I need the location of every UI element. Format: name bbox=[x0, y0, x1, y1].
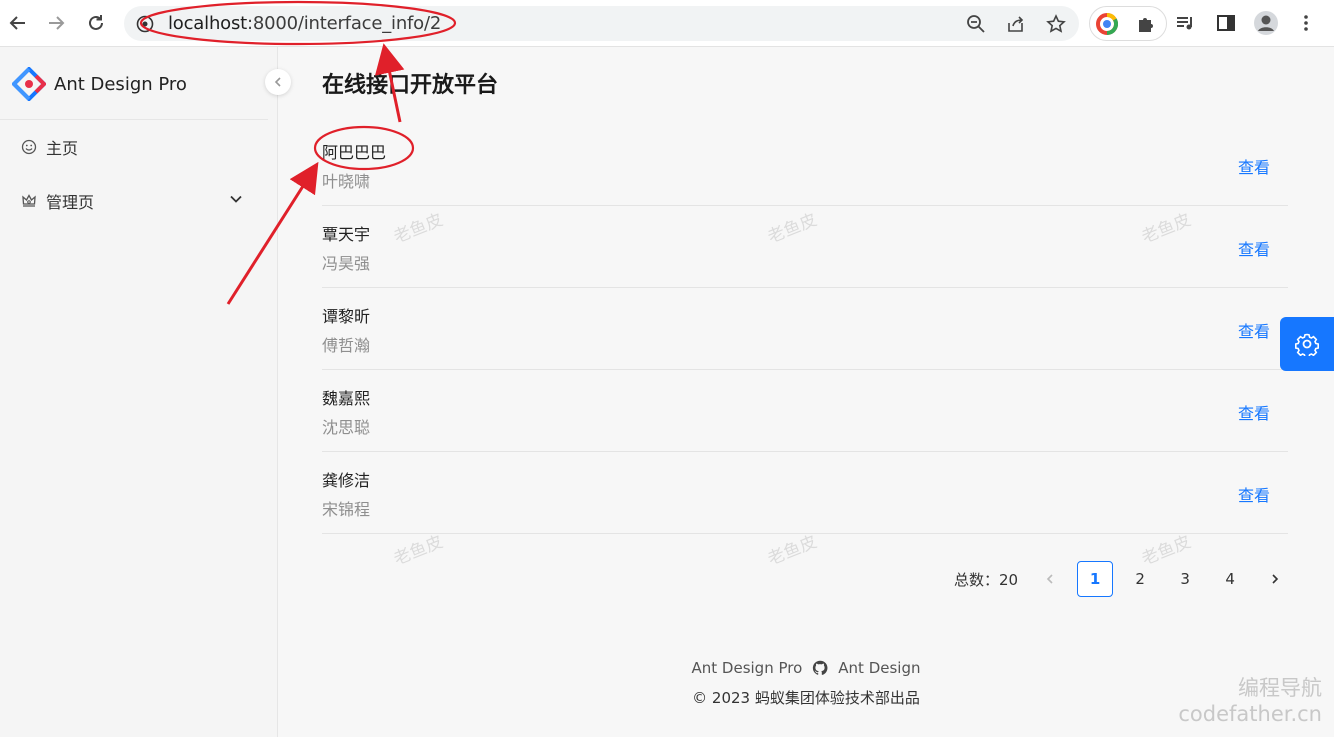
list-item: 覃天宇 冯昊强 查看 bbox=[322, 206, 1288, 288]
list-item: 龚修洁 宋锦程 查看 bbox=[322, 452, 1288, 534]
footer-links: Ant Design Pro Ant Design bbox=[278, 659, 1334, 677]
sidebar-item-home[interactable]: 主页 bbox=[20, 135, 78, 159]
chrome-extension-icon[interactable] bbox=[1095, 12, 1119, 36]
pagination-total: 总数：20 bbox=[954, 570, 1019, 589]
browser-toolbar: localhost:8000/interface_info/2 bbox=[0, 0, 1334, 47]
page-button-2[interactable]: 2 bbox=[1122, 561, 1158, 597]
smile-icon bbox=[20, 138, 38, 156]
ant-design-logo-icon bbox=[12, 67, 46, 101]
view-link[interactable]: 查看 bbox=[1238, 400, 1270, 424]
item-description: 沈思聪 bbox=[322, 418, 371, 437]
item-title: 魏嘉熙 bbox=[322, 389, 371, 408]
share-icon[interactable] bbox=[1004, 12, 1028, 36]
page-button-4[interactable]: 4 bbox=[1212, 561, 1248, 597]
bookmark-star-icon[interactable] bbox=[1044, 12, 1068, 36]
side-panel-icon[interactable] bbox=[1213, 10, 1239, 36]
item-title: 谭黎昕 bbox=[322, 307, 371, 326]
chevron-left-icon bbox=[1046, 574, 1053, 584]
item-description: 冯昊强 bbox=[322, 254, 371, 273]
sidebar: Ant Design Pro 主页 管理页 bbox=[0, 47, 291, 737]
sidebar-collapse-button[interactable] bbox=[265, 69, 291, 95]
chevron-right-icon bbox=[1272, 574, 1279, 584]
footer-link-ant-design[interactable]: Ant Design bbox=[838, 659, 920, 677]
profile-avatar-icon[interactable] bbox=[1253, 10, 1279, 36]
page-title: 在线接口开放平台 bbox=[322, 73, 499, 98]
puzzle-icon[interactable] bbox=[1134, 12, 1158, 36]
view-link[interactable]: 查看 bbox=[1238, 482, 1270, 506]
reload-icon bbox=[89, 15, 103, 30]
prev-page-button[interactable] bbox=[1032, 561, 1068, 597]
sidebar-item-admin[interactable]: 管理页 bbox=[20, 189, 94, 213]
zoom-icon[interactable] bbox=[964, 12, 988, 36]
github-icon[interactable] bbox=[812, 660, 828, 676]
forward-button[interactable] bbox=[42, 9, 70, 37]
chevron-left-icon bbox=[274, 77, 281, 87]
settings-drawer-button[interactable] bbox=[1280, 317, 1334, 371]
back-button[interactable] bbox=[4, 9, 32, 37]
item-title: 龚修洁 bbox=[322, 471, 371, 490]
site-info-icon[interactable] bbox=[136, 15, 154, 38]
chevron-down-icon[interactable] bbox=[229, 192, 243, 211]
app-title: Ant Design Pro bbox=[54, 73, 187, 95]
view-link[interactable]: 查看 bbox=[1238, 236, 1270, 260]
url-text[interactable]: localhost:8000/interface_info/2 bbox=[168, 13, 441, 34]
list-item: 魏嘉熙 沈思聪 查看 bbox=[322, 370, 1288, 452]
url-host: localhost bbox=[168, 13, 247, 34]
item-title: 覃天宇 bbox=[322, 225, 371, 244]
corner-watermark-url: codefather.cn bbox=[1178, 702, 1322, 726]
more-menu-icon[interactable] bbox=[1293, 10, 1319, 36]
media-control-icon[interactable] bbox=[1172, 10, 1198, 36]
view-link[interactable]: 查看 bbox=[1238, 318, 1270, 342]
url-path: :8000/interface_info/2 bbox=[247, 13, 442, 34]
list-item: 谭黎昕 傅哲瀚 查看 bbox=[322, 288, 1288, 370]
crown-icon bbox=[20, 192, 38, 210]
next-page-button[interactable] bbox=[1257, 561, 1293, 597]
footer-link-ant-design-pro[interactable]: Ant Design Pro bbox=[692, 659, 803, 677]
view-link[interactable]: 查看 bbox=[1238, 154, 1270, 178]
pagination: 总数：20 1 2 3 4 bbox=[954, 561, 1302, 597]
item-description: 宋锦程 bbox=[322, 500, 371, 519]
sidebar-item-label: 管理页 bbox=[46, 193, 95, 212]
corner-watermark-title: 编程导航 bbox=[1238, 676, 1322, 700]
footer-copyright: © 2023 蚂蚁集团体验技术部出品 bbox=[692, 689, 920, 707]
item-description: 叶晓啸 bbox=[322, 172, 371, 191]
reload-button[interactable] bbox=[82, 9, 110, 37]
list-item: 阿巴巴巴 叶晓啸 查看 bbox=[322, 124, 1288, 206]
interface-list: 阿巴巴巴 叶晓啸 查看 覃天宇 冯昊强 查看 谭黎昕 傅哲瀚 查看 魏嘉熙 沈思… bbox=[322, 124, 1288, 534]
sidebar-item-label: 主页 bbox=[46, 139, 79, 158]
app-logo-link[interactable]: Ant Design Pro bbox=[12, 65, 187, 103]
arrow-right-icon bbox=[49, 16, 65, 30]
address-bar[interactable]: localhost:8000/interface_info/2 bbox=[124, 6, 1079, 41]
page-button-3[interactable]: 3 bbox=[1167, 561, 1203, 597]
arrow-left-icon bbox=[9, 16, 25, 30]
gear-icon bbox=[1295, 333, 1319, 356]
item-description: 傅哲瀚 bbox=[322, 336, 371, 355]
main-content: 在线接口开放平台 阿巴巴巴 叶晓啸 查看 覃天宇 冯昊强 查看 谭黎昕 傅哲瀚 … bbox=[278, 47, 1334, 737]
extensions-group bbox=[1089, 6, 1167, 41]
item-title: 阿巴巴巴 bbox=[322, 143, 387, 162]
page-button-1[interactable]: 1 bbox=[1077, 561, 1114, 597]
sidebar-divider bbox=[0, 119, 268, 120]
